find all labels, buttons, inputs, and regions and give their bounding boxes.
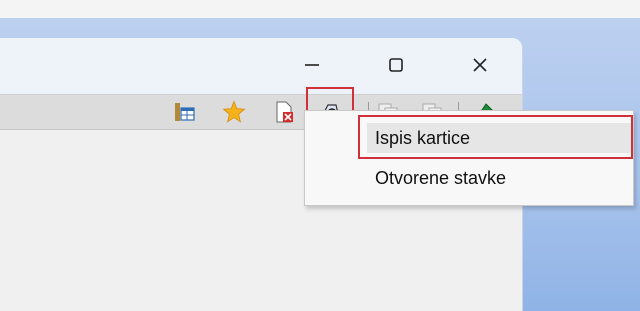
menu-item-otvorene-stavke[interactable]: Otvorene stavke bbox=[367, 163, 633, 193]
maximize-icon bbox=[389, 58, 403, 72]
title-bar bbox=[0, 38, 522, 94]
top-strip bbox=[0, 0, 640, 18]
menu-item-highlight bbox=[358, 115, 633, 159]
document-delete-icon[interactable] bbox=[272, 100, 296, 124]
close-icon bbox=[473, 58, 487, 72]
table-layout-icon[interactable] bbox=[172, 100, 196, 124]
favorite-star-icon[interactable] bbox=[222, 100, 246, 124]
close-button[interactable] bbox=[458, 48, 502, 82]
maximize-button[interactable] bbox=[374, 48, 418, 82]
minimize-icon bbox=[305, 64, 319, 66]
minimize-button[interactable] bbox=[290, 48, 334, 82]
